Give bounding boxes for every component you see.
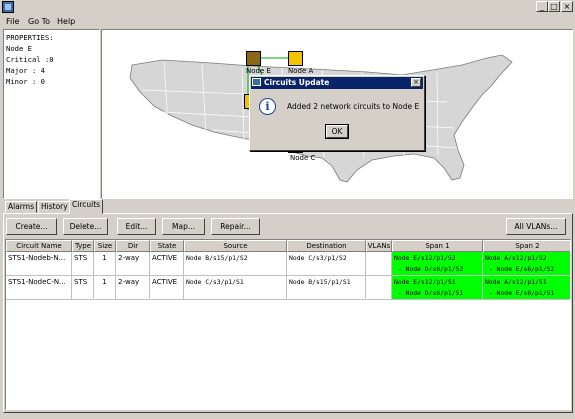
- property-minor: Minor : 0: [6, 77, 45, 86]
- minimize-button[interactable]: _: [536, 1, 548, 12]
- table-row-2-vlans[interactable]: [366, 276, 392, 300]
- circuits-update-dialog: Circuits Update × i Added 2 network circ…: [249, 75, 425, 151]
- table-row-2-destination[interactable]: Node B/s15/p1/S1: [287, 276, 366, 300]
- property-node: Node E: [6, 44, 32, 53]
- column-header-size[interactable]: Size: [94, 240, 116, 252]
- node-c-label: Node C: [290, 154, 316, 162]
- span-2-segment-b: - Node E/s6/p1/S2: [485, 265, 555, 273]
- all-vlans-button[interactable]: All VLANs...: [506, 218, 566, 235]
- table-row-1-size[interactable]: 1: [94, 252, 116, 276]
- table-row-2-span-1[interactable]: Node E/s12/p1/S1 - Node D/s6/p1/S1: [392, 276, 483, 300]
- repair-button[interactable]: Repair...: [211, 218, 260, 235]
- table-row-2-state[interactable]: ACTIVE: [150, 276, 184, 300]
- table-row-2-dir[interactable]: 2-way: [116, 276, 150, 300]
- node-a-label: Node A: [288, 67, 314, 75]
- column-header-state[interactable]: State: [150, 240, 184, 252]
- map-button[interactable]: Map...: [162, 218, 205, 235]
- delete-button[interactable]: Delete...: [63, 218, 108, 235]
- edit-button[interactable]: Edit...: [117, 218, 156, 235]
- table-row-2-circuit-name[interactable]: STS1-NodeC-N...: [6, 276, 72, 300]
- app-icon[interactable]: [2, 1, 14, 13]
- dialog-message: Added 2 network circuits to Node E: [287, 102, 420, 111]
- node-a-marker[interactable]: [288, 51, 303, 66]
- menu-file[interactable]: File: [4, 16, 21, 28]
- span-2-segment-a: Node A/s12/p1/S1: [485, 278, 547, 286]
- table-row-2-size[interactable]: 1: [94, 276, 116, 300]
- title-bar: _ □ ×: [0, 0, 575, 14]
- maximize-button[interactable]: □: [548, 1, 560, 12]
- info-icon: i: [259, 98, 276, 115]
- tab-circuits[interactable]: Circuits: [69, 199, 104, 214]
- table-row-1-destination[interactable]: Node C/s3/p1/S2: [287, 252, 366, 276]
- create-button[interactable]: Create...: [6, 218, 57, 235]
- properties-header: PROPERTIES:: [6, 33, 54, 42]
- table-row-2-source[interactable]: Node C/s3/p1/S1: [184, 276, 287, 300]
- table-row-1-source[interactable]: Node B/s15/p1/S2: [184, 252, 287, 276]
- column-header-circuit-name[interactable]: Circuit Name: [6, 240, 72, 252]
- dialog-close-button[interactable]: ×: [411, 78, 421, 87]
- menu-go-to[interactable]: Go To: [26, 16, 52, 28]
- span-2-segment-b: - Node E/s6/p1/S1: [485, 289, 555, 297]
- table-row-2-span-2[interactable]: Node A/s12/p1/S1 - Node E/s6/p1/S1: [483, 276, 570, 300]
- tab-alarms[interactable]: Alarms: [5, 201, 37, 213]
- properties-panel: PROPERTIES: Node E Critical :0 Major : 4…: [3, 29, 100, 199]
- table-row-1-type[interactable]: STS: [72, 252, 94, 276]
- span-1-segment-a: Node E/s12/p1/S1: [394, 278, 456, 286]
- menu-bar: File Go To Help: [0, 15, 575, 29]
- column-header-type[interactable]: Type: [72, 240, 94, 252]
- table-row-2-type[interactable]: STS: [72, 276, 94, 300]
- dialog-app-icon: [252, 78, 261, 86]
- column-header-dir[interactable]: Dir: [116, 240, 150, 252]
- close-button[interactable]: ×: [561, 1, 573, 12]
- table-row-1-dir[interactable]: 2-way: [116, 252, 150, 276]
- table-row-1-vlans[interactable]: [366, 252, 392, 276]
- table-row-1-span-1[interactable]: Node E/s12/p1/S2 - Node D/s6/p1/S2: [392, 252, 483, 276]
- span-1-segment-a: Node E/s12/p1/S2: [394, 254, 456, 262]
- column-header-span-1[interactable]: Span 1: [392, 240, 483, 252]
- column-header-vlans[interactable]: VLANs: [366, 240, 392, 252]
- node-e-marker[interactable]: [246, 51, 261, 66]
- table-row-1-span-2[interactable]: Node A/s12/p1/S2 - Node E/s6/p1/S2: [483, 252, 570, 276]
- column-header-destination[interactable]: Destination: [287, 240, 366, 252]
- node-e-label: Node E: [246, 67, 271, 75]
- menu-help[interactable]: Help: [55, 16, 77, 28]
- column-header-span-2[interactable]: Span 2: [483, 240, 570, 252]
- property-critical: Critical :0: [6, 55, 54, 64]
- ok-button[interactable]: OK: [325, 124, 349, 139]
- span-2-segment-a: Node A/s12/p1/S2: [485, 254, 547, 262]
- dialog-title: Circuits Update: [251, 77, 423, 89]
- tab-history[interactable]: History: [38, 201, 71, 213]
- circuits-table: Circuit Name Type Size Dir State Source …: [5, 239, 571, 410]
- column-header-source[interactable]: Source: [184, 240, 287, 252]
- property-major: Major : 4: [6, 66, 45, 75]
- span-1-segment-b: - Node D/s6/p1/S1: [394, 289, 464, 297]
- table-row-1-circuit-name[interactable]: STS1-Nodeb-N...: [6, 252, 72, 276]
- table-row-1-state[interactable]: ACTIVE: [150, 252, 184, 276]
- span-1-segment-b: - Node D/s6/p1/S2: [394, 265, 464, 273]
